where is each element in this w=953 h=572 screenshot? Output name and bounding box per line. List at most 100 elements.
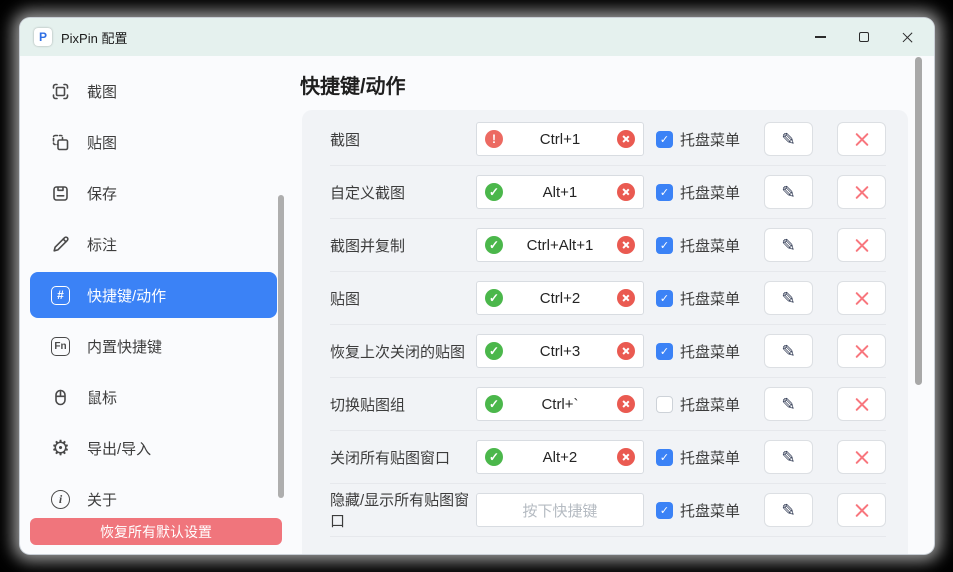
edit-hotkey-button[interactable]: ✎ [764, 440, 813, 474]
minimize-button[interactable] [798, 18, 842, 56]
delete-x-icon [853, 237, 870, 254]
hotkey-input[interactable]: ! Ctrl+1 [476, 122, 644, 156]
delete-x-icon [853, 290, 870, 307]
clear-hotkey-icon[interactable] [617, 448, 635, 466]
sidebar-item-7[interactable]: ⚙ 导出/导入 [30, 425, 277, 471]
edit-hotkey-button[interactable]: ✎ [764, 334, 813, 368]
sidebar-item-label: 标注 [87, 234, 117, 255]
sidebar-item-5[interactable]: Fn 内置快捷键 [30, 323, 277, 369]
status-icon: ! [485, 130, 503, 148]
tray-menu-option: ✓ 托盘菜单 [656, 288, 740, 309]
app-logo-icon: P [34, 28, 52, 46]
tray-menu-option: ✓ 托盘菜单 [656, 341, 740, 362]
delete-row-button[interactable] [837, 122, 886, 156]
edit-hotkey-button[interactable]: ✎ [764, 387, 813, 421]
sidebar-item-2[interactable]: 保存 [30, 170, 277, 216]
titlebar: P PixPin 配置 [20, 18, 934, 56]
tray-menu-option: ✓ 托盘菜单 [656, 235, 740, 256]
tray-label: 托盘菜单 [680, 129, 740, 150]
sidebar-scrollbar[interactable] [278, 195, 284, 498]
hotkey-value: Ctrl+2 [540, 290, 580, 307]
mouse-icon [50, 387, 71, 408]
pencil-icon: ✎ [781, 290, 795, 307]
clear-hotkey-icon[interactable] [617, 130, 635, 148]
hotkey-input[interactable]: ✓ Ctrl+3 [476, 334, 644, 368]
status-icon: ✓ [485, 342, 503, 360]
tray-menu-option: ✓ 托盘菜单 [656, 129, 740, 150]
hotkey-input[interactable]: 按下快捷键 [476, 493, 644, 527]
pencil-icon: ✎ [781, 502, 795, 519]
page-title: 快捷键/动作 [300, 70, 406, 99]
tray-checkbox[interactable] [656, 396, 673, 413]
edit-hotkey-button[interactable]: ✎ [764, 493, 813, 527]
sidebar-item-1[interactable]: 贴图 [30, 119, 277, 165]
status-icon: ✓ [485, 289, 503, 307]
hotkey-row: 切换贴图组 ✓ Ctrl+` 托盘菜单 ✎ [330, 378, 886, 431]
tray-checkbox[interactable]: ✓ [656, 343, 673, 360]
delete-row-button[interactable] [837, 334, 886, 368]
hotkey-value: Ctrl+Alt+1 [527, 237, 594, 254]
hotkey-value: Ctrl+3 [540, 343, 580, 360]
pencil-icon: ✎ [781, 449, 795, 466]
reset-defaults-button[interactable]: 恢复所有默认设置 [30, 518, 282, 545]
tray-menu-option: ✓ 托盘菜单 [656, 447, 740, 468]
delete-row-button[interactable] [837, 440, 886, 474]
tray-checkbox[interactable]: ✓ [656, 290, 673, 307]
sidebar-item-4[interactable]: # 快捷键/动作 [30, 272, 277, 318]
tray-checkbox[interactable]: ✓ [656, 502, 673, 519]
save-icon [50, 183, 71, 204]
sidebar-item-label: 贴图 [87, 132, 117, 153]
edit-hotkey-button[interactable]: ✎ [764, 228, 813, 262]
clear-hotkey-icon[interactable] [617, 236, 635, 254]
sidebar-item-label: 截图 [87, 81, 117, 102]
content-scrollbar[interactable] [915, 57, 922, 385]
delete-row-button[interactable] [837, 281, 886, 315]
hotkey-row: 自定义截图 ✓ Alt+1 ✓ 托盘菜单 ✎ [330, 166, 886, 219]
tray-checkbox[interactable]: ✓ [656, 449, 673, 466]
tray-checkbox[interactable]: ✓ [656, 184, 673, 201]
hotkey-input[interactable]: ✓ Alt+1 [476, 175, 644, 209]
hotkey-input[interactable]: ✓ Ctrl+2 [476, 281, 644, 315]
tray-checkbox[interactable]: ✓ [656, 131, 673, 148]
about-icon: i [50, 489, 71, 510]
maximize-button[interactable] [842, 18, 886, 56]
clear-hotkey-icon[interactable] [617, 395, 635, 413]
delete-row-button[interactable] [837, 228, 886, 262]
clear-hotkey-icon[interactable] [617, 183, 635, 201]
action-label: 截图并复制 [330, 235, 476, 256]
sidebar-item-6[interactable]: 鼠标 [30, 374, 277, 420]
close-icon [902, 31, 915, 44]
hotkey-input[interactable]: ✓ Alt+2 [476, 440, 644, 474]
tray-menu-option: ✓ 托盘菜单 [656, 500, 740, 521]
hotkey-input[interactable]: ✓ Ctrl+` [476, 387, 644, 421]
window-body: 截图 贴图 保存 标注 # 快捷键/动作 Fn 内置快捷键 鼠标 ⚙ 导出/导入 [20, 56, 934, 554]
edit-hotkey-button[interactable]: ✎ [764, 175, 813, 209]
pencil-icon: ✎ [781, 131, 795, 148]
clear-hotkey-icon[interactable] [617, 342, 635, 360]
delete-row-button[interactable] [837, 175, 886, 209]
pencil-icon: ✎ [781, 343, 795, 360]
action-label: 切换贴图组 [330, 394, 476, 415]
screenshot-icon [50, 81, 71, 102]
sidebar-item-label: 内置快捷键 [87, 336, 162, 357]
sidebar-item-8[interactable]: i 关于 [30, 476, 277, 522]
delete-row-button[interactable] [837, 493, 886, 527]
status-icon: ✓ [485, 395, 503, 413]
edit-hotkey-button[interactable]: ✎ [764, 122, 813, 156]
hotkey-value: Alt+2 [543, 449, 578, 466]
sidebar-item-3[interactable]: 标注 [30, 221, 277, 267]
hotkey-value: Ctrl+1 [540, 131, 580, 148]
status-icon: ✓ [485, 183, 503, 201]
close-button[interactable] [886, 18, 930, 56]
edit-hotkey-button[interactable]: ✎ [764, 281, 813, 315]
fn-icon: Fn [50, 336, 71, 357]
hotkey-input[interactable]: ✓ Ctrl+Alt+1 [476, 228, 644, 262]
tray-checkbox[interactable]: ✓ [656, 237, 673, 254]
delete-row-button[interactable] [837, 387, 886, 421]
maximize-icon [859, 32, 869, 42]
pencil-icon: ✎ [781, 396, 795, 413]
action-label: 隐藏/显示所有贴图窗口 [330, 489, 476, 531]
sidebar-item-0[interactable]: 截图 [30, 68, 277, 114]
clear-hotkey-icon[interactable] [617, 289, 635, 307]
sidebar-item-label: 鼠标 [87, 387, 117, 408]
